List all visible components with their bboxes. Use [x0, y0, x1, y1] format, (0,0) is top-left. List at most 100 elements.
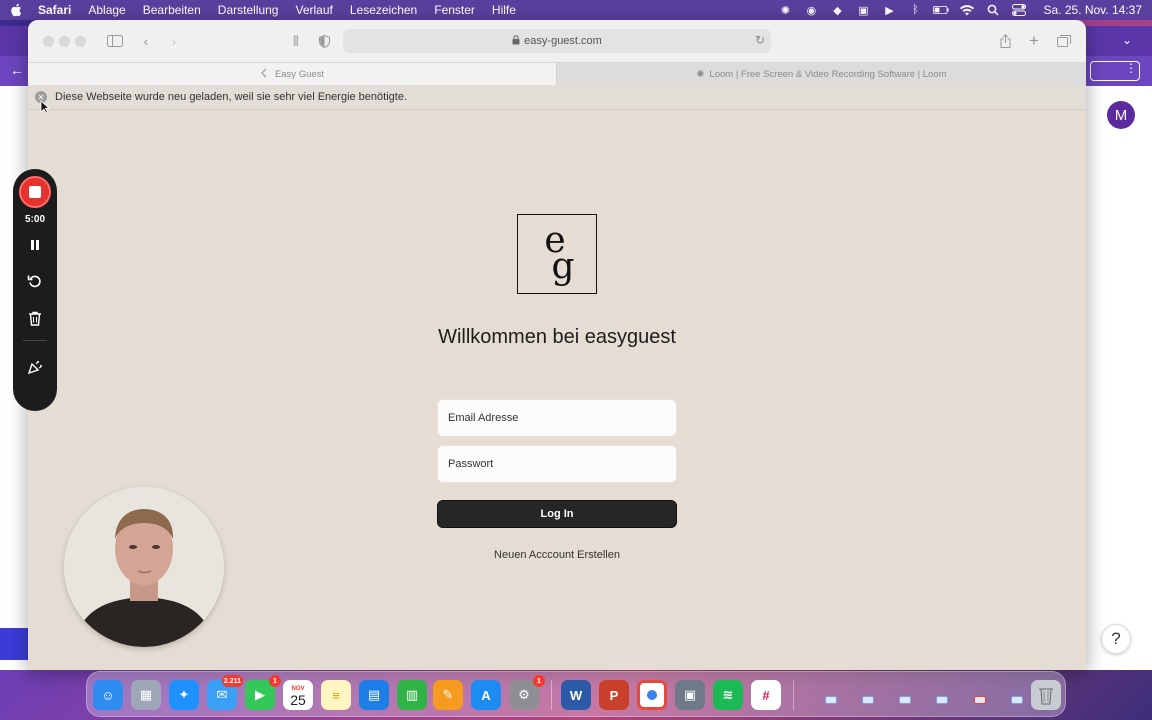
help-button[interactable]: ?: [1101, 624, 1131, 654]
numbers-icon[interactable]: ▥: [397, 680, 427, 710]
notes-icon[interactable]: ≡: [321, 680, 351, 710]
minimized-window-icon[interactable]: [974, 696, 986, 704]
pause-icon[interactable]: [25, 235, 45, 255]
facetime-badge: 1: [269, 675, 281, 687]
mail-badge: 2.211: [221, 675, 243, 687]
menu-lesezeichen[interactable]: Lesezeichen: [350, 3, 417, 17]
minimized-window-icon[interactable]: [936, 696, 948, 704]
slack-icon[interactable]: #: [751, 680, 781, 710]
controls-divider: [23, 340, 47, 341]
extension-icon[interactable]: ⫴: [289, 33, 303, 49]
vpn-icon[interactable]: ▣: [855, 3, 871, 17]
share-icon[interactable]: [998, 33, 1012, 49]
minimized-window-icon[interactable]: [825, 696, 837, 704]
chrome-icon[interactable]: [637, 680, 667, 710]
safari-toolbar: ‹ › ⫴ easy-guest.com ↻ +: [28, 20, 1086, 62]
stop-icon: [29, 186, 41, 198]
minimize-window-button[interactable]: [59, 36, 70, 47]
finder-icon[interactable]: ☺: [93, 680, 123, 710]
calendar-day: 25: [290, 692, 306, 708]
url-text: easy-guest.com: [524, 35, 602, 47]
background-sidebar-accent: [0, 628, 28, 660]
privacy-shield-icon[interactable]: [317, 33, 331, 49]
reload-info-banner: ✕ Diese Webseite wurde neu geladen, weil…: [28, 85, 1086, 110]
new-tab-icon[interactable]: +: [1027, 31, 1041, 50]
menubar-clock[interactable]: Sa. 25. Nov. 14:37: [1043, 3, 1142, 17]
battery-icon[interactable]: [933, 3, 950, 17]
minimized-window-icon[interactable]: [899, 696, 911, 704]
zoom-window-button[interactable]: [75, 36, 86, 47]
system-settings-icon[interactable]: ⚙ 1: [509, 675, 545, 710]
close-window-button[interactable]: [43, 36, 54, 47]
logo-letter-g: g: [551, 246, 575, 287]
stop-recording-button[interactable]: [19, 176, 51, 208]
menu-app-name[interactable]: Safari: [38, 3, 71, 17]
spotlight-search-icon[interactable]: [985, 3, 1001, 17]
tab-overview-icon[interactable]: [1056, 33, 1072, 49]
menu-ablage[interactable]: Ablage: [88, 3, 125, 17]
webcam-person-image: [64, 487, 224, 647]
wifi-icon[interactable]: [959, 3, 975, 17]
control-center-icon[interactable]: [1011, 3, 1027, 17]
keynote-icon[interactable]: ▤: [359, 680, 389, 710]
email-field[interactable]: Email Adresse: [437, 399, 677, 437]
menu-bar: Safari Ablage Bearbeiten Darstellung Ver…: [0, 0, 1152, 20]
minimized-window-icon[interactable]: [1011, 696, 1023, 704]
sidebar-toggle-icon[interactable]: [106, 33, 124, 49]
pages-icon[interactable]: ✎: [433, 680, 463, 710]
tab-label: Loom | Free Screen & Video Recording Sof…: [709, 69, 947, 80]
mouse-cursor-icon: [40, 100, 50, 114]
menu-bearbeiten[interactable]: Bearbeiten: [143, 3, 201, 17]
create-account-link[interactable]: Neuen Acccount Erstellen: [437, 549, 677, 561]
back-icon[interactable]: ‹: [139, 33, 153, 49]
grammarly-icon[interactable]: ◉: [803, 3, 819, 17]
address-bar[interactable]: easy-guest.com ↻: [343, 29, 771, 53]
tab-label: Easy Guest: [274, 69, 325, 80]
settings-badge: 1: [533, 675, 545, 687]
word-icon[interactable]: W: [561, 680, 591, 710]
webcam-bubble[interactable]: [64, 487, 224, 647]
restart-icon[interactable]: [25, 271, 45, 291]
bluetooth-icon[interactable]: ᛒ: [907, 3, 923, 17]
loom-recording-controls: 5:00: [13, 169, 57, 411]
chrome-center-icon: [647, 690, 657, 700]
login-button[interactable]: Log In: [437, 500, 677, 528]
reload-icon[interactable]: ↻: [755, 33, 765, 47]
facetime-icon[interactable]: ▶ 1: [245, 675, 281, 710]
apple-menu-icon[interactable]: [10, 3, 24, 17]
loom-favicon: ✺: [696, 69, 705, 80]
minimized-window-icon[interactable]: [862, 696, 874, 704]
dropbox-icon[interactable]: ◆: [829, 3, 845, 17]
menu-fenster[interactable]: Fenster: [434, 3, 475, 17]
powerpoint-icon[interactable]: P: [599, 680, 629, 710]
menu-hilfe[interactable]: Hilfe: [492, 3, 516, 17]
chevron-down-icon[interactable]: ⌄: [1122, 33, 1132, 47]
spotify-icon[interactable]: ≋: [713, 680, 743, 710]
app-store-icon[interactable]: A: [471, 680, 501, 710]
tab-bar: Easy Guest ✺ Loom | Free Screen & Video …: [28, 62, 1086, 86]
dock: ☺ ▦ ✦ ✉ 2.211 ▶ 1 NOV 25 ≡ ▤ ▥ ✎ A ⚙ 1 W P …: [86, 671, 1066, 717]
dock-separator-2: [793, 680, 794, 710]
trash-icon[interactable]: [1031, 680, 1061, 710]
avatar[interactable]: M: [1107, 101, 1135, 129]
password-field[interactable]: Passwort: [437, 445, 677, 483]
menu-verlauf[interactable]: Verlauf: [295, 3, 332, 17]
easy-guest-favicon: [260, 68, 270, 81]
play-icon[interactable]: ▶: [881, 3, 897, 17]
forward-icon[interactable]: ›: [167, 33, 181, 49]
brightness-icon[interactable]: ✺: [777, 3, 793, 17]
menu-darstellung[interactable]: Darstellung: [218, 3, 279, 17]
more-options-icon[interactable]: ⋮: [1125, 61, 1137, 75]
back-arrow-icon[interactable]: ←: [10, 62, 24, 78]
confetti-effects-icon[interactable]: [25, 357, 45, 377]
mail-icon[interactable]: ✉ 2.211: [207, 675, 243, 710]
tab-loom[interactable]: ✺ Loom | Free Screen & Video Recording S…: [556, 63, 1086, 86]
launchpad-icon[interactable]: ▦: [131, 680, 161, 710]
preview-icon[interactable]: ▣: [675, 680, 705, 710]
calendar-icon[interactable]: NOV 25: [283, 680, 313, 710]
easyguest-logo: e g: [517, 214, 597, 294]
delete-icon[interactable]: [25, 308, 45, 328]
tab-easy-guest[interactable]: Easy Guest: [28, 63, 556, 86]
safari-icon[interactable]: ✦: [169, 680, 199, 710]
recording-timer: 5:00: [24, 214, 45, 225]
